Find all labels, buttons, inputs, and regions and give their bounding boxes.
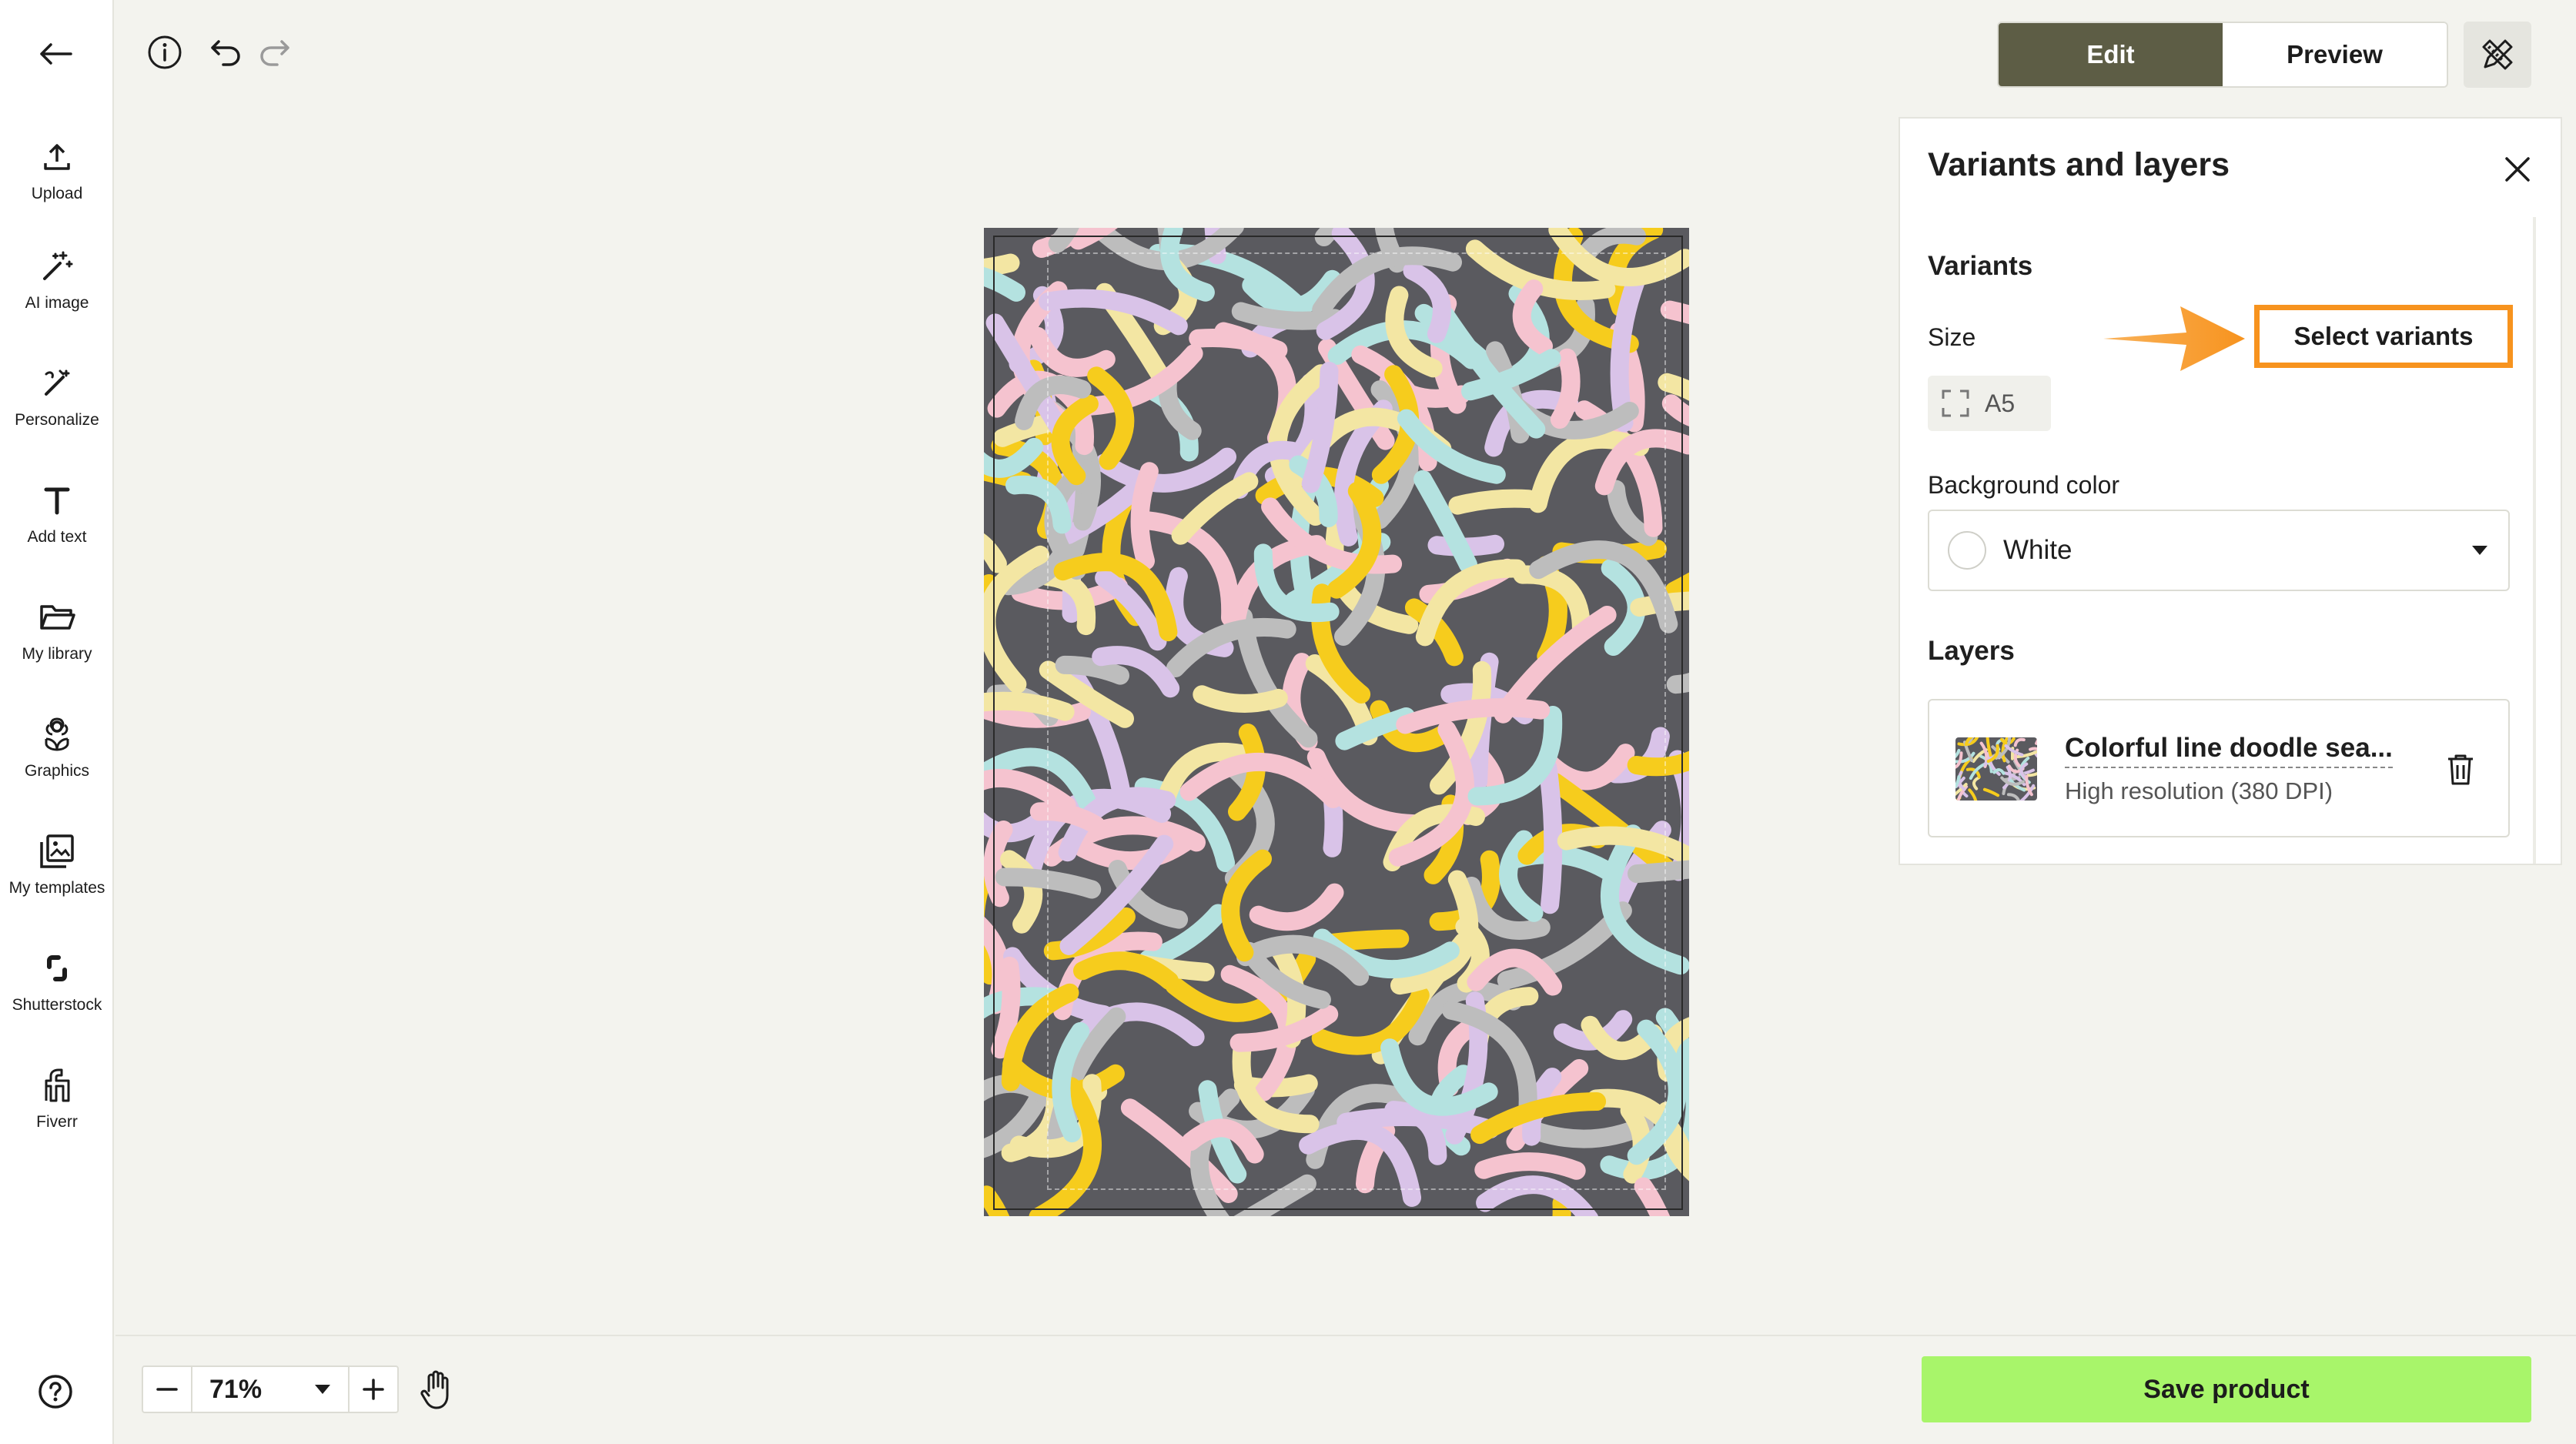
close-panel-button[interactable] <box>2496 148 2539 191</box>
variants-heading: Variants <box>1928 251 2033 281</box>
help-icon <box>38 1375 72 1409</box>
preview-tab[interactable]: Preview <box>2223 23 2447 86</box>
info-icon <box>148 35 182 69</box>
delete-layer-button[interactable] <box>2437 747 2484 793</box>
shutterstock-icon <box>37 948 77 988</box>
pointer-arrow <box>2103 303 2245 373</box>
caret-down-icon <box>315 1385 330 1394</box>
sidebar-item-ai-image[interactable]: AI image <box>0 246 114 354</box>
sidebar-item-shutterstock[interactable]: Shutterstock <box>0 948 114 1056</box>
sidebar-item-label: Add text <box>27 528 87 546</box>
zoom-level-select[interactable]: 71% <box>191 1367 350 1412</box>
layer-name[interactable]: Colorful line doodle sea... <box>2065 733 2393 768</box>
layers-heading: Layers <box>1928 636 2015 666</box>
left-sidebar: Upload AI image Personalize Add text My … <box>0 0 114 1444</box>
save-product-button[interactable]: Save product <box>1922 1356 2531 1422</box>
redo-button[interactable] <box>253 31 296 74</box>
design-tools-button[interactable] <box>2464 22 2531 88</box>
undo-icon <box>211 40 240 66</box>
sidebar-item-label: My library <box>22 645 92 663</box>
layer-resolution: High resolution (380 DPI) <box>2065 777 2333 804</box>
zoom-control: 71% <box>142 1365 399 1413</box>
fiverr-icon <box>37 1065 77 1105</box>
design-canvas[interactable] <box>984 228 1689 1216</box>
sidebar-item-upload[interactable]: Upload <box>0 137 114 245</box>
sidebar-item-graphics[interactable]: Graphics <box>0 714 114 822</box>
close-icon <box>2505 157 2530 182</box>
arrow-right-icon <box>2103 306 2245 371</box>
size-label: Size <box>1928 323 1976 351</box>
sidebar-item-label: Personalize <box>15 411 99 429</box>
background-color-select[interactable]: White <box>1928 510 2510 591</box>
sidebar-item-label: Graphics <box>24 762 90 780</box>
plus-icon <box>363 1379 384 1400</box>
upload-icon <box>37 137 77 177</box>
minus-icon <box>156 1388 178 1391</box>
caret-down-icon <box>2472 546 2487 555</box>
sidebar-item-label: My templates <box>8 879 105 897</box>
sidebar-item-label: AI image <box>25 294 89 312</box>
size-value: A5 <box>1985 389 2016 417</box>
personalize-icon <box>37 363 77 403</box>
text-icon <box>37 480 77 520</box>
hand-icon <box>420 1370 449 1409</box>
help-button[interactable] <box>34 1370 77 1413</box>
pan-tool-button[interactable] <box>413 1365 460 1413</box>
expand-icon <box>1942 389 1969 417</box>
sidebar-item-label: Upload <box>31 185 83 202</box>
layer-thumbnail <box>1955 737 2037 801</box>
sidebar-item-add-text[interactable]: Add text <box>0 480 114 588</box>
background-color-value: White <box>2003 535 2073 565</box>
variants-layers-panel: Variants and layers Variants Size Select… <box>1899 117 2562 865</box>
panel-title: Variants and layers <box>1928 146 2230 183</box>
templates-icon <box>37 831 77 871</box>
size-chip: A5 <box>1928 376 2051 431</box>
sidebar-item-label: Shutterstock <box>12 996 102 1014</box>
sidebar-item-my-library[interactable]: My library <box>0 597 114 705</box>
redo-icon <box>260 40 289 66</box>
sidebar-item-personalize[interactable]: Personalize <box>0 363 114 471</box>
edit-tab[interactable]: Edit <box>1999 23 2223 86</box>
magic-wand-icon <box>37 246 77 286</box>
back-button[interactable] <box>31 34 80 74</box>
info-button[interactable] <box>143 31 186 74</box>
doodle-pattern-artwork <box>984 228 1689 1216</box>
select-variants-button[interactable]: Select variants <box>2254 305 2513 368</box>
sidebar-item-my-templates[interactable]: My templates <box>0 831 114 939</box>
zoom-level-value: 71% <box>209 1374 263 1404</box>
mode-toggle: Edit Preview <box>1997 22 2448 88</box>
layer-item[interactable]: Colorful line doodle sea... High resolut… <box>1928 699 2510 837</box>
pencil-ruler-icon <box>2482 39 2513 70</box>
undo-button[interactable] <box>205 31 248 74</box>
panel-scrollbar[interactable] <box>2533 217 2536 864</box>
sidebar-item-label: Fiverr <box>36 1113 78 1131</box>
color-swatch <box>1948 531 1986 570</box>
trash-icon <box>2448 754 2473 785</box>
zoom-out-button[interactable] <box>143 1367 191 1412</box>
zoom-in-button[interactable] <box>350 1367 397 1412</box>
sidebar-item-fiverr[interactable]: Fiverr <box>0 1065 114 1173</box>
background-color-label: Background color <box>1928 471 2120 499</box>
arrow-left-icon <box>40 43 72 65</box>
flower-icon <box>37 714 77 754</box>
folder-icon <box>37 597 77 637</box>
